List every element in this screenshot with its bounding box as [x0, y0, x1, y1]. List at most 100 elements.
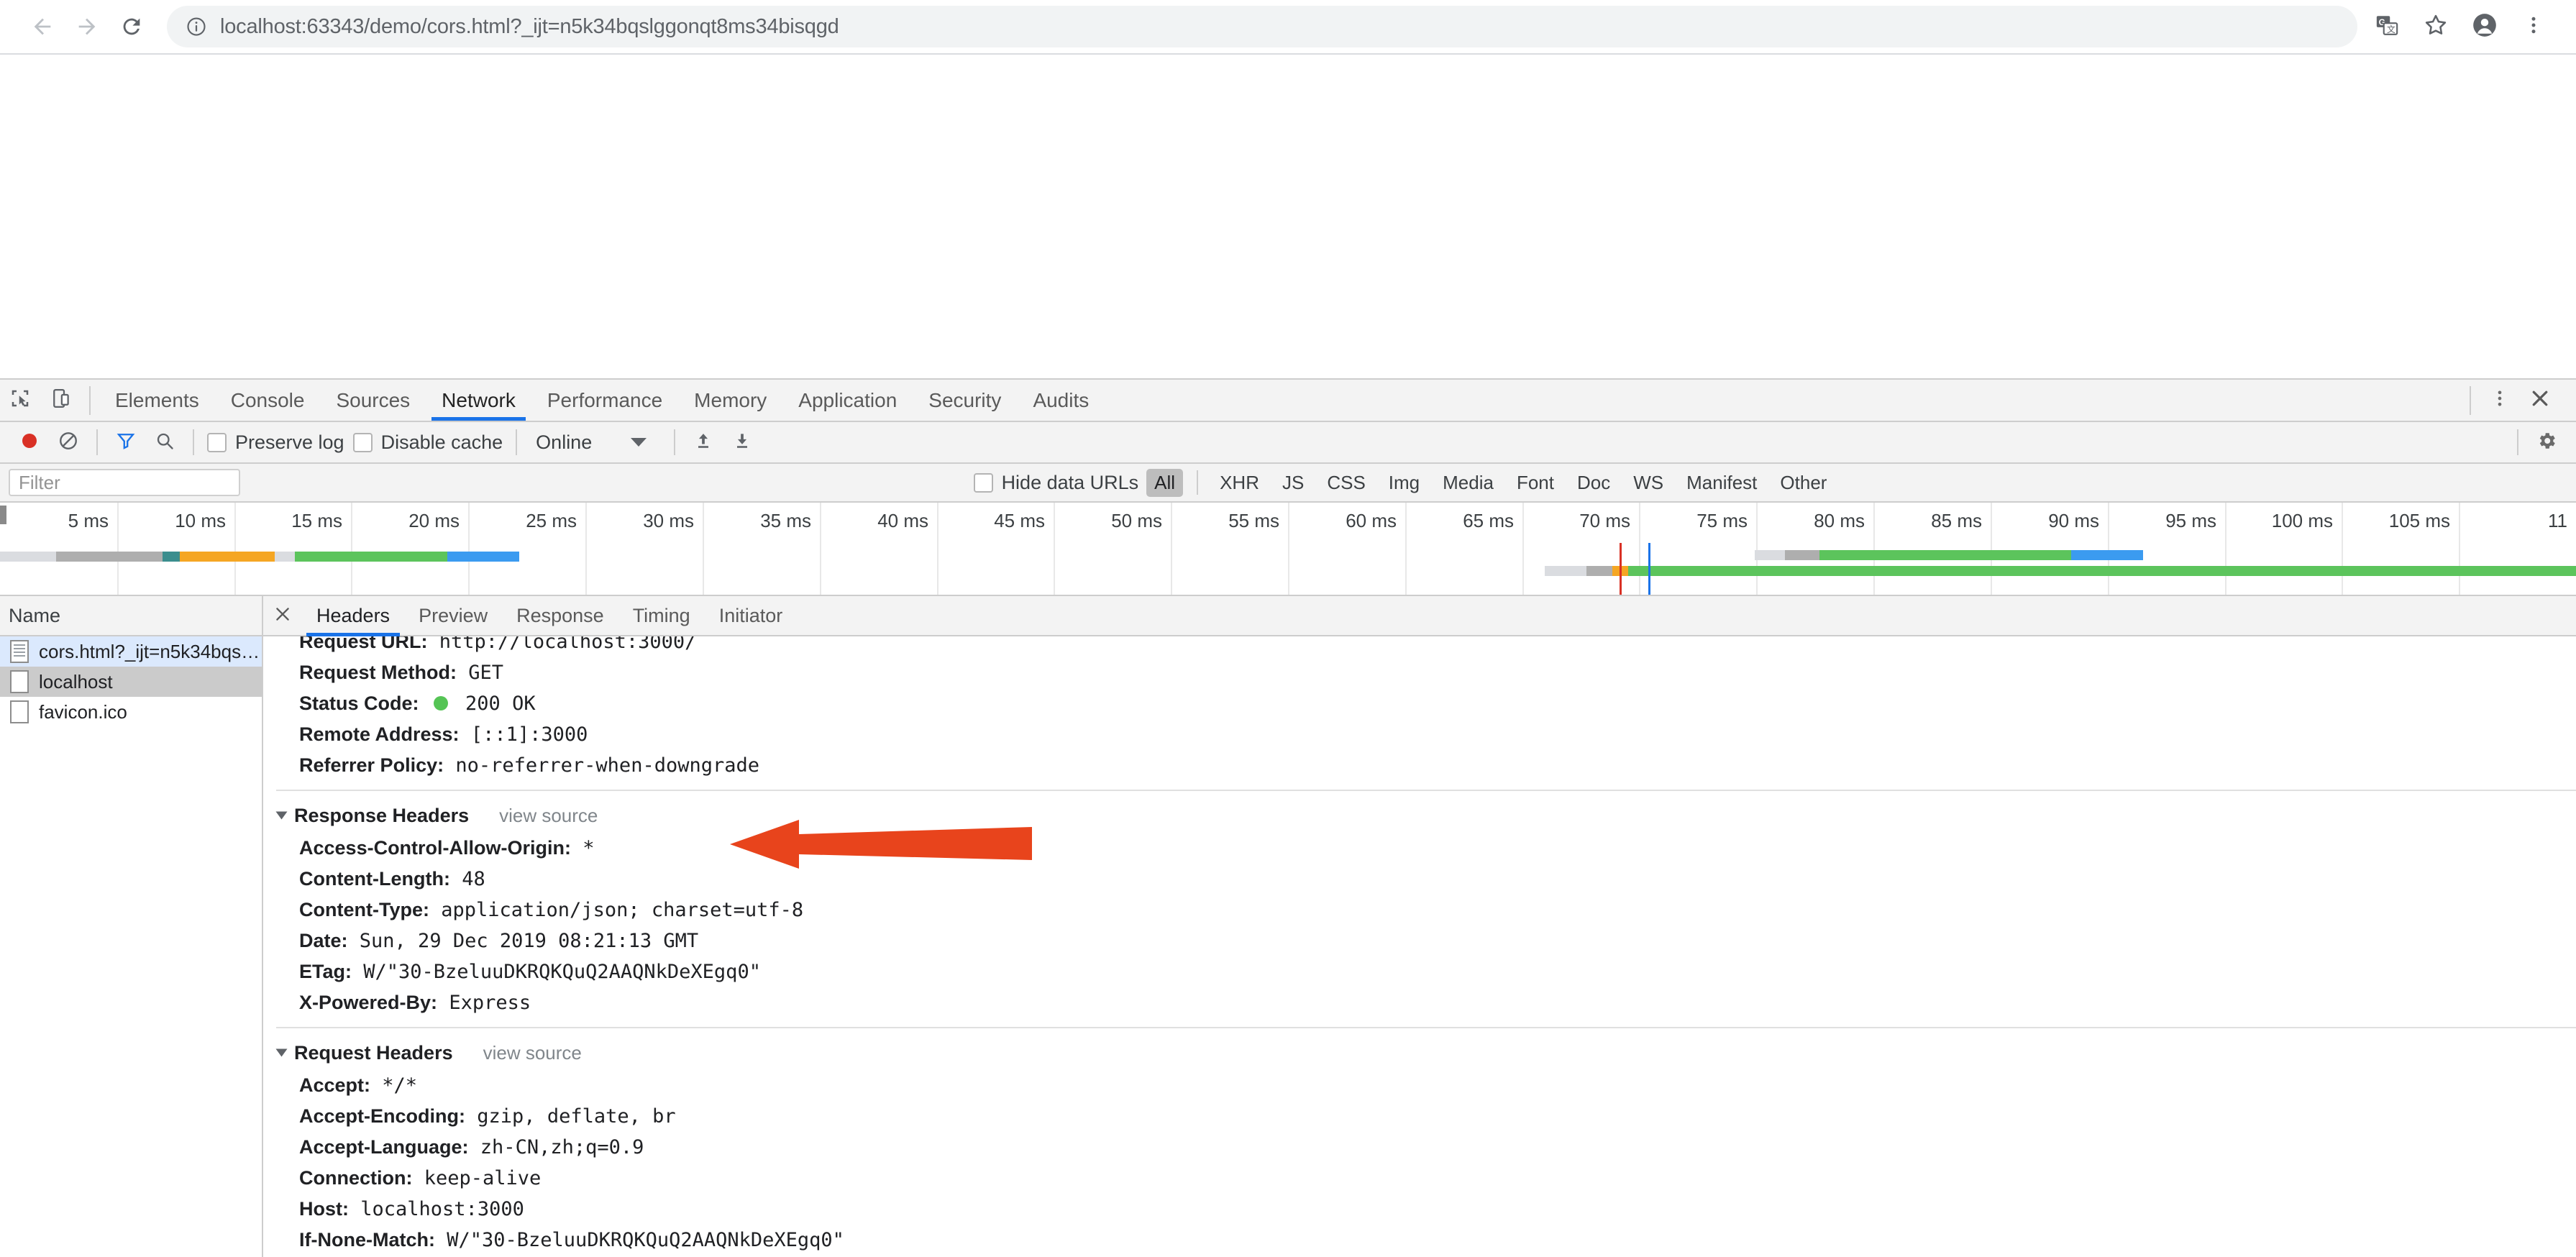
tab-security[interactable]: Security — [913, 380, 1017, 421]
detail-tab-timing[interactable]: Timing — [618, 596, 705, 635]
page-info-icon[interactable] — [186, 16, 207, 37]
header-key: Referrer Policy: — [299, 754, 444, 776]
checkbox-box — [207, 432, 227, 452]
export-har-button[interactable] — [723, 423, 762, 462]
translate-button[interactable]: G 文 — [2365, 4, 2409, 49]
network-settings-button[interactable] — [2527, 423, 2566, 462]
network-filter-bar: Hide data URLs All XHR JS CSS Img Media … — [0, 464, 2576, 503]
header-value: 200 OK — [465, 693, 536, 715]
request-headers-section-header[interactable]: Request Headers view source — [275, 1027, 2576, 1070]
overview-gridline — [1522, 503, 1524, 595]
filter-type-manifest[interactable]: Manifest — [1678, 469, 1765, 497]
overview-gridline — [1639, 503, 1640, 595]
filter-button[interactable] — [106, 423, 145, 462]
detail-close-button[interactable] — [263, 596, 302, 635]
file-icon — [10, 670, 29, 693]
chevron-down-icon — [275, 811, 288, 820]
tab-performance[interactable]: Performance — [531, 380, 678, 421]
clear-button[interactable] — [49, 423, 88, 462]
filter-type-img[interactable]: Img — [1381, 469, 1428, 497]
request-row-localhost[interactable]: localhost — [0, 667, 262, 697]
throttle-select[interactable]: Online — [536, 431, 592, 454]
search-button[interactable] — [145, 423, 184, 462]
file-icon — [10, 700, 29, 723]
overview-gridline — [1171, 503, 1172, 595]
header-value: W/"30-BzeluuDKRQKQuQ2AAQNkDeXEgq0" — [363, 961, 761, 983]
bookmark-button[interactable] — [2413, 4, 2458, 49]
filter-type-js[interactable]: JS — [1274, 469, 1312, 497]
network-overview-timeline[interactable]: 5 ms 10 ms 15 ms 20 ms 25 ms 30 ms 35 ms 40 ms 4… — [0, 503, 2576, 596]
devtools-tabbar: Elements Console Sources Network Perform… — [0, 380, 2576, 422]
inspect-element-button[interactable] — [0, 380, 40, 421]
divider — [193, 429, 194, 455]
filter-type-other[interactable]: Other — [1772, 469, 1835, 497]
overview-gridline — [2459, 503, 2460, 595]
tab-network[interactable]: Network — [426, 380, 531, 421]
document-file-icon — [10, 640, 29, 663]
record-button[interactable] — [10, 423, 49, 462]
filter-type-font[interactable]: Font — [1509, 469, 1562, 497]
forward-button[interactable] — [65, 4, 109, 49]
overview-tick-label: 40 ms — [877, 510, 928, 531]
device-toolbar-button[interactable] — [40, 380, 81, 421]
page-viewport — [0, 55, 2576, 378]
tab-memory[interactable]: Memory — [678, 380, 782, 421]
detail-tabbar: Headers Preview Response Timing Initiato… — [263, 596, 2576, 636]
detail-tab-preview[interactable]: Preview — [404, 596, 502, 635]
back-button[interactable] — [20, 4, 65, 49]
request-list[interactable]: cors.html?_ijt=n5k34bqslggonq… localhost… — [0, 636, 262, 1257]
overview-tick-label: 95 ms — [2165, 510, 2216, 531]
tab-application[interactable]: Application — [782, 380, 913, 421]
overview-tick-label: 105 ms — [2388, 510, 2450, 531]
header-value: [::1]:3000 — [470, 723, 588, 746]
filter-input[interactable] — [9, 469, 240, 496]
request-row-favicon[interactable]: favicon.ico — [0, 697, 262, 727]
browser-toolbar: localhost:63343/demo/cors.html?_ijt=n5k3… — [0, 0, 2576, 55]
profile-button[interactable] — [2462, 4, 2507, 49]
tab-label: Audits — [1033, 388, 1090, 411]
header-value: W/"30-BzeluuDKRQKQuQ2AAQNkDeXEgq0" — [447, 1229, 844, 1251]
dom-content-loaded-marker — [1620, 543, 1622, 595]
load-event-marker — [1648, 543, 1650, 595]
network-split: Name cors.html?_ijt=n5k34bqslggonq… loca… — [0, 596, 2576, 1257]
hide-data-urls-checkbox[interactable]: Hide data URLs — [973, 472, 1138, 494]
preserve-log-label: Preserve log — [235, 431, 344, 453]
reload-button[interactable] — [109, 4, 154, 49]
header-value: GET — [468, 662, 504, 684]
overview-gridline — [351, 503, 352, 595]
detail-tab-response[interactable]: Response — [502, 596, 618, 635]
filter-type-doc[interactable]: Doc — [1569, 469, 1618, 497]
filter-type-ws[interactable]: WS — [1625, 469, 1671, 497]
preserve-log-checkbox[interactable]: Preserve log — [207, 431, 344, 454]
disable-cache-checkbox[interactable]: Disable cache — [352, 431, 503, 454]
view-source-link-request[interactable]: view source — [483, 1036, 582, 1070]
overview-tick-label: 55 ms — [1228, 510, 1279, 531]
record-button-icon — [19, 430, 40, 455]
overview-tick-label: 60 ms — [1346, 510, 1397, 531]
request-list-header[interactable]: Name — [0, 596, 262, 636]
devtools-menu-button[interactable] — [2480, 388, 2520, 412]
request-row-cors-html[interactable]: cors.html?_ijt=n5k34bqslggonq… — [0, 636, 262, 667]
filter-type-xhr[interactable]: XHR — [1212, 469, 1267, 497]
chrome-menu-button[interactable] — [2511, 4, 2556, 49]
tab-audits[interactable]: Audits — [1017, 380, 1105, 421]
view-source-link-response[interactable]: view source — [499, 798, 598, 833]
import-har-button[interactable] — [684, 423, 723, 462]
tab-console[interactable]: Console — [215, 380, 321, 421]
headers-content[interactable]: Request URL: http://localhost:3000/ Requ… — [263, 636, 2576, 1257]
divider — [2517, 429, 2518, 455]
header-key: Content-Type: — [299, 899, 429, 920]
chevron-down-icon[interactable] — [631, 438, 647, 447]
filter-type-media[interactable]: Media — [1435, 469, 1502, 497]
devtools-close-button[interactable] — [2520, 388, 2560, 413]
address-bar[interactable]: localhost:63343/demo/cors.html?_ijt=n5k3… — [167, 6, 2357, 47]
overview-gridline — [703, 503, 704, 595]
detail-tab-headers[interactable]: Headers — [302, 596, 404, 636]
header-value: gzip, deflate, br — [477, 1105, 676, 1128]
tab-elements[interactable]: Elements — [99, 380, 215, 421]
filter-type-all[interactable]: All — [1146, 468, 1184, 497]
response-headers-section-header[interactable]: Response Headers view source — [275, 790, 2576, 833]
detail-tab-initiator[interactable]: Initiator — [705, 596, 798, 635]
filter-type-css[interactable]: CSS — [1319, 469, 1373, 497]
tab-sources[interactable]: Sources — [320, 380, 426, 421]
